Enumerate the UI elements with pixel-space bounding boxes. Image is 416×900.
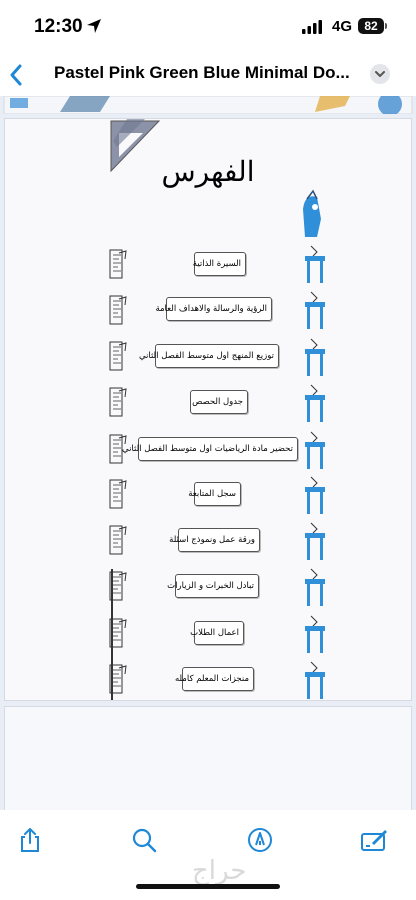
watermark: حراج (192, 856, 247, 886)
status-bar: 12:30 4G 82 (0, 0, 416, 54)
signal-icon (302, 20, 322, 34)
index-entry[interactable]: تحضير مادة الرياضيات اول متوسط الفصل الث… (122, 437, 298, 461)
nav-bar: Pastel Pink Green Blue Minimal Do... (0, 54, 416, 96)
stair-chart-icon (109, 249, 127, 279)
student-desk-icon (305, 291, 325, 329)
index-entry[interactable]: توزيع المنهج اول متوسط الفصل الثاني (139, 344, 279, 368)
location-arrow-icon (87, 19, 101, 33)
home-indicator (136, 884, 280, 889)
status-time: 12:30 (34, 16, 83, 37)
battery-tip (385, 23, 387, 29)
battery-icon: 82 (358, 18, 384, 34)
document-title[interactable]: Pastel Pink Green Blue Minimal Do... (54, 63, 350, 83)
index-entry[interactable]: سجل المتابعة (188, 482, 241, 506)
student-desk-icon (305, 338, 325, 376)
student-desk-icon (305, 384, 325, 422)
vertical-divider (111, 569, 113, 700)
index-entry[interactable]: ورقة عمل ونموذج اسئلة (169, 528, 260, 552)
share-icon[interactable] (16, 826, 44, 854)
stair-chart-icon (109, 295, 127, 325)
student-desk-icon (305, 568, 325, 606)
student-desk-icon (305, 245, 325, 283)
chevron-down-icon (375, 71, 385, 77)
index-title: الفهرس (161, 155, 255, 188)
student-desk-icon (305, 615, 325, 653)
student-desk-icon (305, 476, 325, 514)
index-entry[interactable]: منجزات المعلم كامله (175, 667, 254, 691)
previous-page-strip (3, 96, 413, 114)
index-entry[interactable]: جدول الحصص (190, 390, 248, 414)
network-label: 4G (332, 18, 353, 35)
stair-chart-icon (109, 341, 127, 371)
edit-icon[interactable] (360, 826, 388, 854)
index-entry[interactable]: اعمال الطلاب (190, 621, 244, 645)
student-desk-icon (305, 661, 325, 699)
markup-icon[interactable] (246, 826, 274, 854)
back-chevron-icon[interactable] (6, 62, 26, 88)
index-entry[interactable]: تبادل الخبرات و الزيارات (167, 574, 259, 598)
index-entry[interactable]: الرؤية والرسالة والاهداف العامة (155, 297, 272, 321)
title-menu-button[interactable] (370, 64, 390, 84)
next-page (4, 706, 412, 816)
bottom-toolbar: حراج (0, 810, 416, 900)
stair-chart-icon (109, 525, 127, 555)
stair-chart-icon (109, 479, 127, 509)
student-desk-icon (305, 522, 325, 560)
document-page: الفهرس السيرة الذاتية الرؤية والرسالة وا… (4, 118, 412, 701)
student-desk-icon (305, 431, 325, 469)
index-entry[interactable]: السيرة الذاتية (193, 252, 246, 276)
stair-chart-icon (109, 387, 127, 417)
stair-chart-icon (109, 434, 127, 464)
character-decoration-icon (303, 189, 321, 237)
search-icon[interactable] (130, 826, 158, 854)
